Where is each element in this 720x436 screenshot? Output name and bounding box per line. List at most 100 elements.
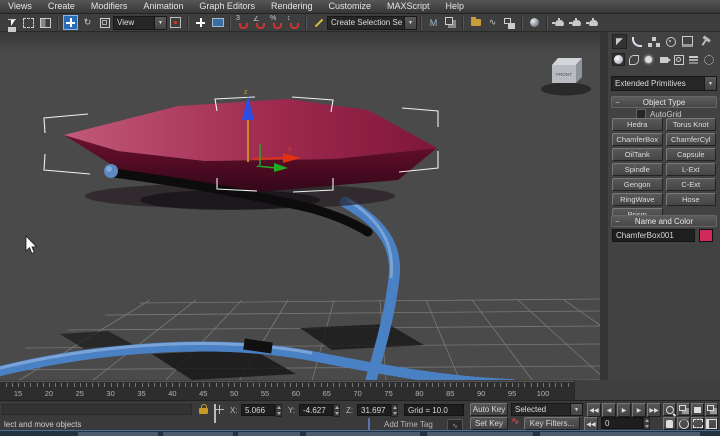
spinner-snap-button[interactable]: ↕ (286, 15, 301, 30)
selection-region-icon[interactable] (21, 15, 36, 30)
edit-named-selections-button[interactable] (311, 15, 326, 30)
keyboard-override-toggle[interactable] (210, 15, 225, 30)
category-lights[interactable] (642, 53, 655, 66)
zoom-region-icon[interactable] (691, 417, 704, 430)
objtype-hedra-button[interactable]: Hedra (612, 118, 663, 131)
object-color-swatch[interactable] (699, 229, 713, 242)
curve-editor-button[interactable]: ∿ (485, 15, 500, 30)
selection-lock-icon[interactable] (199, 408, 208, 414)
category-helpers[interactable] (672, 53, 685, 66)
object-type-rollout-header[interactable]: − Object Type (611, 96, 717, 108)
z-coord-field[interactable]: 31.697 (357, 404, 391, 416)
play-button[interactable]: ▶ (617, 403, 631, 417)
mirror-button[interactable]: M (426, 15, 441, 30)
new-key-filter-icon[interactable]: ∿ (511, 416, 519, 427)
dropdown-arrow-icon[interactable]: ▼ (570, 404, 582, 415)
menu-item-help[interactable]: Help (438, 0, 473, 13)
goto-start-button[interactable]: ◀◀ (587, 403, 601, 417)
taskbar-item[interactable] (540, 432, 700, 436)
track-bar-ruler[interactable]: 1520253035404550556065707580859095100 (0, 381, 574, 401)
tab-modify[interactable] (629, 34, 644, 49)
orbit-icon[interactable] (677, 417, 690, 430)
add-time-tag-label[interactable]: Add Time Tag (384, 420, 433, 429)
menu-item-customize[interactable]: Customize (320, 0, 379, 13)
menu-item-maxscript[interactable]: MAXScript (379, 0, 438, 13)
key-filters-button[interactable]: Key Filters... (524, 417, 580, 430)
maximize-viewport-toggle-icon[interactable] (705, 417, 718, 430)
dropdown-arrow-icon[interactable]: ▼ (704, 77, 716, 90)
dropdown-arrow-icon[interactable]: ▼ (154, 17, 166, 29)
category-spacewarps[interactable] (687, 53, 700, 66)
pan-hand-icon[interactable] (663, 417, 676, 430)
menu-item-views[interactable]: Views (0, 0, 40, 13)
name-color-rollout-header[interactable]: − Name and Color (611, 215, 717, 227)
frame-spinner[interactable] (643, 417, 650, 430)
taskbar-item[interactable] (306, 432, 420, 436)
window-crossing-icon[interactable] (38, 15, 53, 30)
align-button[interactable] (443, 15, 458, 30)
use-pivot-center-button[interactable] (168, 15, 183, 30)
key-mode-toggle[interactable]: ◀◀ (584, 417, 598, 431)
select-and-scale-button[interactable] (97, 15, 112, 30)
dropdown-arrow-icon[interactable]: ▼ (404, 17, 416, 29)
objtype-oiltank-button[interactable]: OilTank (612, 148, 663, 161)
zoom-extents-icon[interactable] (691, 403, 704, 416)
objtype-spindle-button[interactable]: Spindle (612, 163, 663, 176)
primitive-type-dropdown[interactable]: Extended Primitives ▼ (611, 76, 717, 91)
tab-utilities[interactable] (697, 34, 712, 49)
menu-item-create[interactable]: Create (40, 0, 83, 13)
zoom-extents-all-icon[interactable] (705, 403, 718, 416)
viewport-canvas[interactable]: z x FRONT (0, 32, 600, 380)
category-geometry[interactable] (612, 53, 625, 66)
object-name-field[interactable]: ChamferBox001 (612, 229, 695, 242)
objtype-l-ext-button[interactable]: L-Ext (666, 163, 717, 176)
schematic-view-button[interactable] (502, 15, 517, 30)
layer-manager-button[interactable] (468, 15, 483, 30)
tab-display[interactable] (680, 34, 695, 49)
perspective-viewport[interactable]: z x FRONT (0, 32, 600, 381)
objtype-hose-button[interactable]: Hose (666, 193, 717, 206)
taskbar-item[interactable] (163, 432, 233, 436)
goto-end-button[interactable]: ▶▶ (647, 403, 661, 417)
taskbar-item[interactable] (238, 432, 300, 436)
x-coord-field[interactable]: 5.066 (241, 404, 275, 416)
named-selection-set-dropdown[interactable]: Create Selection Se▼ (327, 16, 417, 30)
select-and-move-button[interactable] (63, 15, 78, 30)
mini-track-strip[interactable] (2, 404, 192, 415)
select-and-manipulate-button[interactable] (193, 15, 208, 30)
material-editor-button[interactable] (527, 15, 542, 30)
percent-snap-button[interactable]: % (269, 15, 284, 30)
tab-motion[interactable] (663, 34, 678, 49)
viewcube-face-label[interactable]: FRONT (556, 72, 572, 77)
render-production-button[interactable] (586, 15, 601, 30)
menu-item-rendering[interactable]: Rendering (263, 0, 321, 13)
render-setup-button[interactable] (552, 15, 567, 30)
objtype-capsule-button[interactable]: Capsule (666, 148, 717, 161)
category-shapes[interactable] (627, 53, 640, 66)
category-systems[interactable] (702, 53, 715, 66)
menu-item-modifiers[interactable]: Modifiers (83, 0, 136, 13)
menu-item-graph-editors[interactable]: Graph Editors (191, 0, 263, 13)
auto-key-button[interactable]: Auto Key (470, 403, 508, 416)
menu-item-animation[interactable]: Animation (135, 0, 191, 13)
selection-filter-dropdown[interactable]: Selected ▼ (511, 403, 583, 416)
select-by-name-icon[interactable] (4, 15, 19, 30)
taskbar-item[interactable] (427, 432, 533, 436)
tab-create[interactable]: ◤ (612, 34, 627, 49)
previous-frame-button[interactable]: ◀ (602, 403, 616, 417)
select-and-rotate-button[interactable]: ↻ (80, 15, 95, 30)
zoom-all-icon[interactable] (677, 403, 690, 416)
tab-hierarchy[interactable] (646, 34, 661, 49)
y-coord-field[interactable]: -4.627 (299, 404, 333, 416)
objtype-chamfercyl-button[interactable]: ChamferCyl (666, 133, 717, 146)
objtype-torus-knot-button[interactable]: Torus Knot (666, 118, 717, 131)
reference-coordinate-dropdown[interactable]: View▼ (113, 16, 167, 30)
objtype-c-ext-button[interactable]: C-Ext (666, 178, 717, 191)
category-cameras[interactable] (657, 53, 670, 66)
angle-snap-button[interactable]: ∠ (252, 15, 267, 30)
objtype-gengon-button[interactable]: Gengon (612, 178, 663, 191)
rendered-frame-window-button[interactable] (569, 15, 584, 30)
set-key-button[interactable]: Set Key (470, 417, 508, 430)
absolute-mode-icon[interactable] (214, 405, 216, 423)
current-frame-field[interactable]: 0 (601, 417, 643, 429)
